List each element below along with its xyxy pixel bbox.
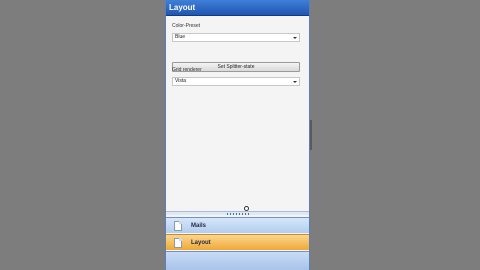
nav-overflow-bar[interactable] [166, 251, 309, 270]
document-icon [174, 221, 182, 231]
color-preset-value: Blue [175, 34, 186, 40]
nav-item-layout[interactable]: Layout [166, 234, 309, 250]
splitter-handle[interactable] [166, 206, 309, 215]
grid-renderer-dropdown[interactable]: Vista [172, 77, 300, 86]
pin-icon[interactable] [244, 206, 249, 211]
panel-resize-edge[interactable] [310, 120, 312, 150]
grid-renderer-label: Grid renderer [172, 67, 202, 73]
nav-item-label: Mails [191, 223, 207, 229]
grip-dots-icon [227, 213, 249, 215]
chevron-down-icon [293, 81, 297, 83]
layout-panel: Layout Color-Preset Blue Set Splitter-st… [165, 0, 310, 270]
panel-title: Layout [166, 0, 309, 16]
chevron-down-icon [293, 37, 297, 39]
grid-renderer-value: Vista [175, 78, 187, 84]
nav-item-mails[interactable]: Mails [166, 217, 309, 233]
color-preset-label: Color-Preset [172, 23, 201, 29]
nav-item-label: Layout [191, 240, 211, 246]
color-preset-dropdown[interactable]: Blue [172, 33, 300, 42]
panel-content: Color-Preset Blue Set Splitter-state Gri… [166, 16, 309, 212]
document-icon [174, 238, 182, 248]
